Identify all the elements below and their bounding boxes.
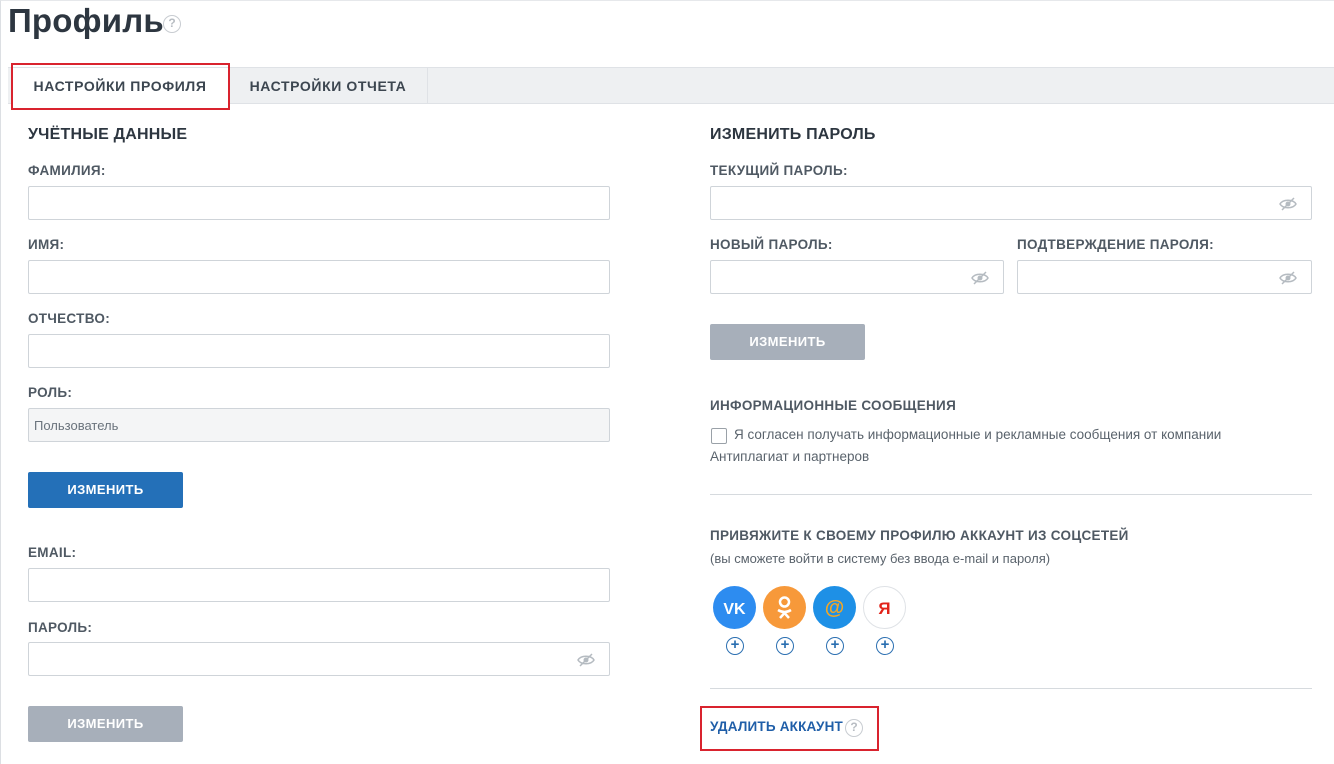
yandex-icon[interactable]: Я <box>863 586 906 629</box>
surname-input[interactable] <box>28 186 610 220</box>
info-messages-heading: ИНФОРМАЦИОННЫЕ СООБЩЕНИЯ <box>710 398 957 413</box>
current-password-input[interactable] <box>710 186 1312 220</box>
password-input[interactable] <box>28 642 610 676</box>
mailru-icon[interactable]: @ <box>813 586 856 629</box>
hide-password-icon[interactable] <box>971 271 989 285</box>
change-email-password-button[interactable]: ИЗМЕНИТЬ <box>28 706 183 742</box>
consent-checkbox[interactable] <box>711 428 727 444</box>
new-password-label: НОВЫЙ ПАРОЛЬ: <box>710 237 833 252</box>
page-title: Профиль <box>8 2 164 39</box>
social-heading: ПРИВЯЖИТЕ К СВОЕМУ ПРОФИЛЮ АККАУНТ ИЗ СО… <box>710 528 1129 543</box>
new-password-input[interactable] <box>710 260 1004 294</box>
name-label: ИМЯ: <box>28 237 65 252</box>
consent-text-line2: Антиплагиат и партнеров <box>710 449 870 464</box>
change-password-heading: ИЗМЕНИТЬ ПАРОЛЬ <box>710 126 876 143</box>
password-label: ПАРОЛЬ: <box>28 620 93 635</box>
social-subheading: (вы сможете войти в систему без ввода e-… <box>710 551 1051 566</box>
svg-text:Я: Я <box>878 599 890 618</box>
divider <box>710 494 1312 495</box>
delete-highlight-box <box>700 706 879 751</box>
email-label: EMAIL: <box>28 545 77 560</box>
patronymic-label: ОТЧЕСТВО: <box>28 311 111 326</box>
svg-text:VK: VK <box>723 601 746 618</box>
tab-report-settings[interactable]: НАСТРОЙКИ ОТЧЕТА <box>229 68 428 104</box>
change-password-button[interactable]: ИЗМЕНИТЬ <box>710 324 865 360</box>
current-password-label: ТЕКУЩИЙ ПАРОЛЬ: <box>710 163 848 178</box>
email-input[interactable] <box>28 568 610 602</box>
role-value: Пользователь <box>34 418 119 433</box>
confirm-password-input[interactable] <box>1017 260 1312 294</box>
add-mailru-icon[interactable]: + <box>826 637 844 655</box>
role-label: РОЛЬ: <box>28 385 73 400</box>
divider <box>710 688 1312 689</box>
odnoklassniki-icon[interactable] <box>763 586 806 629</box>
add-vk-icon[interactable]: + <box>726 637 744 655</box>
add-yandex-icon[interactable]: + <box>876 637 894 655</box>
name-input[interactable] <box>28 260 610 294</box>
hide-password-icon[interactable] <box>577 653 595 667</box>
svg-text:@: @ <box>825 597 845 619</box>
vk-icon[interactable]: VK <box>713 586 756 629</box>
tab-highlight-box <box>11 63 230 110</box>
add-ok-icon[interactable]: + <box>776 637 794 655</box>
role-field: Пользователь <box>28 408 610 442</box>
change-profile-button[interactable]: ИЗМЕНИТЬ <box>28 472 183 508</box>
hide-password-icon[interactable] <box>1279 271 1297 285</box>
hide-password-icon[interactable] <box>1279 197 1297 211</box>
confirm-password-label: ПОДТВЕРЖДЕНИЕ ПАРОЛЯ: <box>1017 237 1214 252</box>
consent-text-line1: Я согласен получать информационные и рек… <box>734 427 1222 442</box>
account-heading: УЧЁТНЫЕ ДАННЫЕ <box>28 126 188 143</box>
help-icon[interactable]: ? <box>163 15 181 33</box>
surname-label: ФАМИЛИЯ: <box>28 163 106 178</box>
patronymic-input[interactable] <box>28 334 610 368</box>
